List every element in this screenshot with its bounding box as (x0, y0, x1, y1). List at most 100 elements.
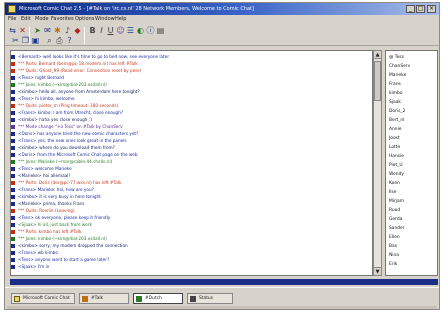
away-icon[interactable]: ◐ (136, 26, 145, 35)
task-tab-talk[interactable]: #Talk (79, 293, 129, 304)
disconnect-icon[interactable]: ✕ (18, 26, 27, 35)
member-item[interactable]: Joost (389, 135, 437, 142)
part-marker-icon (11, 230, 15, 234)
task-tab-label: #Talk (91, 296, 104, 301)
user-marker-icon (11, 202, 15, 206)
user-marker-icon (11, 223, 15, 227)
find-icon[interactable]: ⌕ (45, 36, 54, 45)
italic-icon[interactable]: I (97, 26, 106, 35)
whisper-icon[interactable]: ✉ (43, 26, 52, 35)
scroll-up-icon[interactable]: ▲ (374, 51, 381, 59)
chat-line-text: *** Joins: kimbo (~kim@dial-203.xs4all.n… (18, 82, 107, 87)
member-item[interactable]: Annie (389, 126, 437, 133)
member-item[interactable]: Ruud (389, 207, 437, 214)
bold-icon[interactable]: B (88, 26, 97, 35)
member-item[interactable]: Erik (389, 261, 437, 268)
menu-help[interactable]: Help (115, 16, 126, 23)
member-item[interactable]: Ilse (389, 189, 437, 196)
chat-line-text: <Tess> anyone want to start a game later… (18, 257, 110, 262)
chat-line-text: <Marieke> hoi allemaal! (18, 173, 71, 178)
underline-icon[interactable]: U (106, 26, 115, 35)
member-item[interactable]: Bas (389, 243, 437, 250)
task-tab-app[interactable]: Microsoft Comic Chat (11, 293, 75, 304)
member-item[interactable]: Mirjam (389, 198, 437, 205)
member-item[interactable]: Nina (389, 252, 437, 259)
paste-icon[interactable]: ▣ (31, 36, 40, 45)
task-tab-dutch[interactable]: #Dutch (133, 293, 183, 304)
menu-favorites[interactable]: Favorites (51, 16, 74, 23)
scroll-down-icon[interactable]: ▼ (374, 267, 381, 275)
chat-line-text: <Doris> has anyone tried the new comic c… (18, 131, 139, 136)
maximize-button[interactable]: □ (416, 5, 425, 13)
log-icon[interactable]: ▤ (156, 26, 165, 35)
member-item[interactable]: Marieke (389, 72, 437, 79)
user-marker-icon (11, 153, 15, 157)
member-item[interactable]: Sjaak (389, 99, 437, 106)
member-item[interactable]: Gerda (389, 216, 437, 223)
member-item[interactable]: Wendy (389, 171, 437, 178)
chat-line-text: <Frans> Marieke: hoi, how are you? (18, 187, 94, 192)
chat-scrollbar[interactable]: ▲ ▼ (373, 50, 382, 276)
nick-icon[interactable]: ☺ (116, 26, 125, 35)
chat-line-text: *** Parts: Doris (dor@pc-77.wxs.nl) has … (18, 180, 122, 185)
chat-line-text: <Tess> welcome Marieke (18, 166, 72, 171)
user-marker-icon (11, 167, 15, 171)
send-icon[interactable]: ➤ (33, 26, 42, 35)
close-button[interactable]: × (427, 5, 436, 13)
member-item[interactable]: Sander (389, 225, 437, 232)
chat-line: <Tess> welcome Marieke (11, 166, 371, 171)
member-item[interactable]: Koen (389, 180, 437, 187)
app-icon (8, 5, 16, 13)
chat-line: *** Joins: kimbo (~kim@dial-203.xs4all.n… (11, 236, 371, 241)
cut-icon[interactable]: ✂ (11, 36, 20, 45)
member-item[interactable]: @ Tess (389, 54, 437, 61)
sound-icon[interactable]: ♪ (63, 26, 72, 35)
info-icon[interactable]: ⓘ (146, 26, 155, 35)
menu-file[interactable]: File (8, 16, 16, 23)
help-icon[interactable]: ? (65, 36, 74, 45)
task-tab-label: Microsoft Comic Chat (23, 296, 70, 301)
list-icon[interactable]: ☰ (126, 26, 135, 35)
menu-options[interactable]: Options (75, 16, 94, 23)
scroll-thumb[interactable] (374, 61, 381, 101)
member-item[interactable]: Ellen (389, 234, 437, 241)
color-icon[interactable]: ◆ (73, 26, 82, 35)
chat-line-text: *** Mode change "+o Tess" on #Talk by Ch… (18, 124, 123, 129)
member-item[interactable]: Bert_nl (389, 117, 437, 124)
member-item[interactable]: kimbo (389, 90, 437, 97)
chat-line-text: *** Parts: kimbo has left #Talk (18, 229, 82, 234)
member-item[interactable]: Frans (389, 81, 437, 88)
chat-log[interactable]: <Bernard> well looks like it's time to g… (10, 50, 373, 276)
chat-line: *** Joins: Marieke (~mar@cable-44.chello… (11, 159, 371, 164)
member-item[interactable]: Doris_2 (389, 108, 437, 115)
chat-line: <Bernard> well looks like it's time to g… (11, 54, 371, 59)
menu-window[interactable]: Window (95, 16, 115, 23)
user-marker-icon (11, 55, 15, 59)
copy-icon[interactable]: ❐ (21, 36, 30, 45)
chat-line: <Tess> hi kimbo, welcome (11, 96, 371, 101)
chat-line-text: <kimbo> haha yes close enough :) (18, 117, 92, 122)
chat-line: *** Quits: Ghost_99 (Read error: Connect… (11, 68, 371, 73)
status-bar (7, 306, 437, 309)
menu-mode[interactable]: Mode (35, 16, 49, 23)
minimize-button[interactable]: _ (406, 5, 415, 13)
member-item[interactable]: Lotte (389, 144, 437, 151)
print-icon[interactable]: ⎙ (55, 36, 64, 45)
connect-icon[interactable]: ⇆ (8, 26, 17, 35)
menu-bar: File Edit Mode Favorites Options Window … (5, 15, 439, 24)
task-tab-status[interactable]: Status (187, 293, 233, 304)
member-item[interactable]: Piet_U (389, 162, 437, 169)
chat-line-text: *** Parts: Bernard (bern@pc-18.modem.nl)… (18, 61, 138, 66)
chat-line-text: *** Quits: pieter_m (Ping timeout: 180 s… (18, 103, 119, 108)
action-icon[interactable]: ✱ (53, 26, 62, 35)
part-marker-icon (11, 209, 15, 213)
chat-line: *** Quits: pieter_m (Ping timeout: 180 s… (11, 103, 371, 108)
member-item[interactable]: Hansie (389, 153, 437, 160)
member-item[interactable]: ChanServ (389, 63, 437, 70)
app-icon (14, 296, 20, 302)
member-list[interactable]: @ Tess ChanServ Marieke Frans kimbo Sjaak Dori… (385, 50, 438, 276)
message-input[interactable] (10, 279, 438, 285)
menu-edit[interactable]: Edit (21, 16, 31, 23)
chat-line-text: <kimbo> sorry, my modem dropped the conn… (18, 243, 128, 248)
title-bar[interactable]: Microsoft Comic Chat 2.5 - [#Talk on 'ir… (5, 3, 439, 15)
